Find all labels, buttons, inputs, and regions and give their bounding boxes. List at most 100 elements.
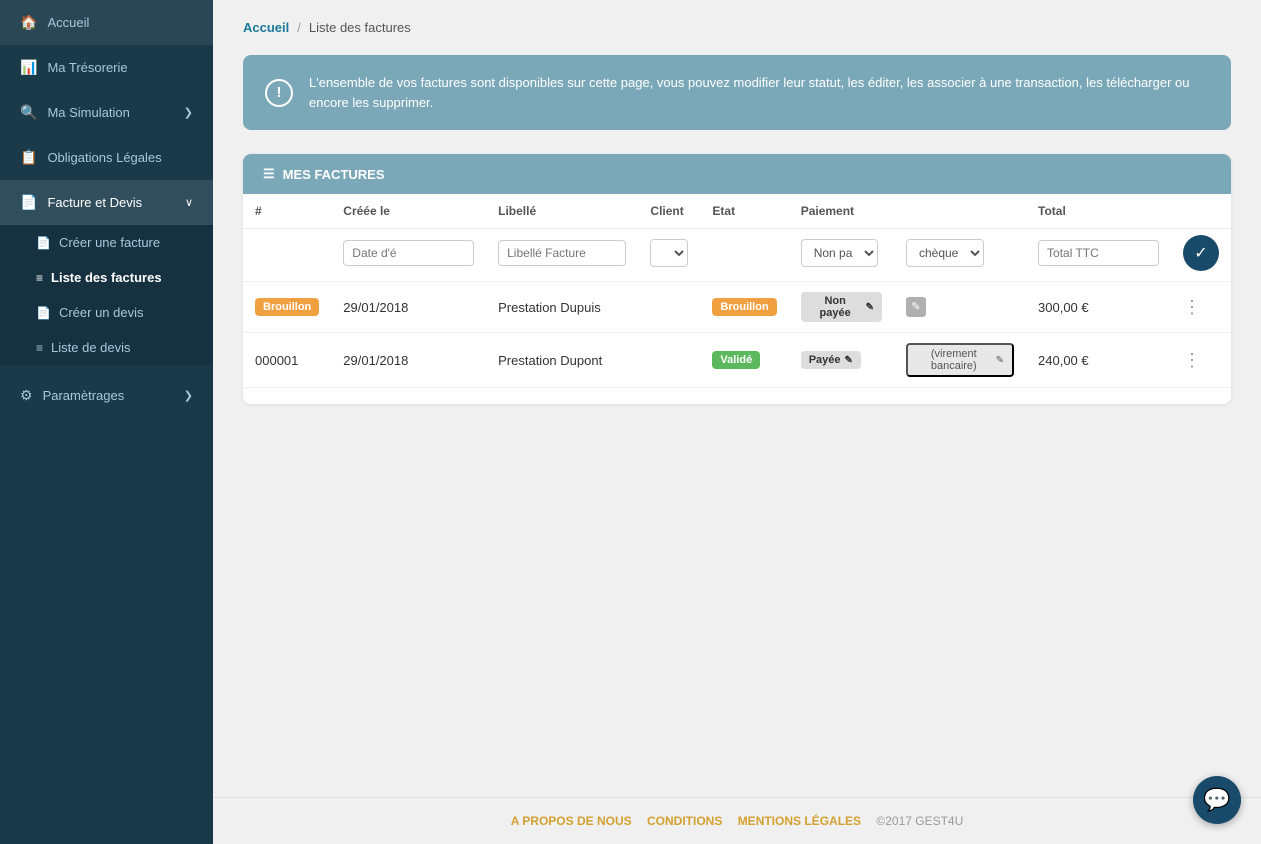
sidebar-item-accueil[interactable]: 🏠 Accueil (0, 0, 213, 45)
col-client: Client (638, 194, 700, 229)
filter-total-input[interactable] (1038, 240, 1159, 266)
facture-submenu: 📄 Créer une facture ≡ Liste des factures… (0, 225, 213, 365)
chat-bubble[interactable]: 💬 (1193, 776, 1241, 824)
card-header: ☰ MES FACTURES (243, 154, 1231, 194)
sidebar-item-facture-devis[interactable]: 📄 Facture et Devis ∨ (0, 180, 213, 225)
row1-libelle: Prestation Dupuis (486, 282, 638, 333)
breadcrumb-home[interactable]: Accueil (243, 20, 289, 35)
row2-paiement-btn[interactable]: Payée ✎ (801, 351, 861, 369)
simulation-icon: 🔍 (20, 104, 37, 121)
col-libelle: Libellé (486, 194, 638, 229)
row2-paiement-edit-icon: ✎ (845, 355, 853, 366)
table-header-row: # Créée le Libellé Client Etat Paiement … (243, 194, 1231, 229)
list-icon: ☰ (263, 166, 275, 182)
parametrages-chevron-icon: ❯ (184, 389, 193, 402)
filter-libelle (486, 229, 638, 282)
row2-etat: Validé (700, 333, 788, 388)
row2-client (638, 333, 700, 388)
liste-factures-icon: ≡ (36, 271, 43, 285)
row2-libelle: Prestation Dupont (486, 333, 638, 388)
row1-paiement: Non payée ✎ (789, 282, 894, 333)
card-title: MES FACTURES (283, 167, 385, 182)
row2-dots-menu[interactable]: ⋮ (1183, 350, 1200, 370)
breadcrumb-separator: / (297, 20, 301, 35)
row1-state-badge: Brouillon (712, 298, 776, 316)
col-total: Total (1026, 194, 1171, 229)
info-banner-text: L'ensemble de vos factures sont disponib… (309, 73, 1209, 112)
col-actions (1171, 194, 1231, 229)
filter-paiement-select[interactable]: Non pa (801, 239, 878, 267)
info-banner: ! L'ensemble de vos factures sont dispon… (243, 55, 1231, 130)
row2-date: 29/01/2018 (331, 333, 486, 388)
filter-client-select[interactable] (650, 239, 688, 267)
row1-actions: ⋮ (1171, 282, 1231, 333)
row1-num: Brouillon (243, 282, 331, 333)
filter-etat (700, 229, 788, 282)
sidebar-subitem-creer-devis[interactable]: 📄 Créer un devis (0, 295, 213, 330)
filter-libelle-input[interactable] (498, 240, 626, 266)
filter-row: Non pa chèque (243, 229, 1231, 282)
filter-num (243, 229, 331, 282)
chevron-down-icon: ∨ (185, 196, 193, 209)
factures-table: # Créée le Libellé Client Etat Paiement … (243, 194, 1231, 388)
factures-card: ☰ MES FACTURES # Créée le Libellé Client… (243, 154, 1231, 404)
creer-devis-icon: 📄 (36, 306, 51, 320)
filter-date-input[interactable] (343, 240, 474, 266)
row1-date: 29/01/2018 (331, 282, 486, 333)
filter-client (638, 229, 700, 282)
table-row: Brouillon 29/01/2018 Prestation Dupuis B… (243, 282, 1231, 333)
sidebar-item-tresorerie[interactable]: 📊 Ma Trésorerie (0, 45, 213, 90)
filter-paiement-status: Non pa (789, 229, 894, 282)
row2-method: (virement bancaire) ✎ (894, 333, 1026, 388)
row1-etat-badge: Brouillon (255, 298, 319, 316)
sidebar-item-parametrages[interactable]: ⚙ Paramètrages ❯ (0, 373, 213, 418)
col-date: Créée le (331, 194, 486, 229)
content-area: Accueil / Liste des factures ! L'ensembl… (213, 0, 1261, 797)
creer-facture-icon: 📄 (36, 236, 51, 250)
footer-apropos-link[interactable]: A PROPOS DE NOUS (511, 814, 632, 828)
chevron-icon: ❯ (184, 106, 193, 119)
row1-method: ✎ (894, 282, 1026, 333)
gear-icon: ⚙ (20, 387, 33, 404)
liste-devis-icon: ≡ (36, 341, 43, 355)
sidebar-subitem-liste-factures[interactable]: ≡ Liste des factures (0, 260, 213, 295)
filter-paiement-method: chèque (894, 229, 1026, 282)
filter-submit: ✓ (1171, 229, 1231, 282)
footer-mentions-link[interactable]: MENTIONS LÉGALES (738, 814, 861, 828)
col-paiement: Paiement (789, 194, 1026, 229)
facture-icon: 📄 (20, 194, 37, 211)
filter-method-select[interactable]: chèque (906, 239, 984, 267)
row1-method-edit[interactable]: ✎ (906, 297, 926, 317)
row2-state-badge: Validé (712, 351, 760, 369)
info-icon: ! (265, 79, 293, 107)
row2-total: 240,00 € (1026, 333, 1171, 388)
row2-method-edit-icon: ✎ (996, 355, 1004, 366)
footer-conditions-link[interactable]: CONDITIONS (647, 814, 722, 828)
sidebar-item-obligations[interactable]: 📋 Obligations Légales (0, 135, 213, 180)
footer-copyright: ©2017 GEST4U (876, 814, 963, 828)
sidebar-item-simulation[interactable]: 🔍 Ma Simulation ❯ (0, 90, 213, 135)
row2-method-btn[interactable]: (virement bancaire) ✎ (906, 343, 1014, 377)
row1-paiement-edit-icon: ✎ (866, 302, 874, 313)
row1-client (638, 282, 700, 333)
breadcrumb: Accueil / Liste des factures (243, 20, 1231, 35)
col-etat: Etat (700, 194, 788, 229)
tresorerie-icon: 📊 (20, 59, 37, 76)
home-icon: 🏠 (20, 14, 37, 31)
main-content: Accueil / Liste des factures ! L'ensembl… (213, 0, 1261, 844)
row2-paiement: Payée ✎ (789, 333, 894, 388)
sidebar-subitem-liste-devis[interactable]: ≡ Liste de devis (0, 330, 213, 365)
row1-etat: Brouillon (700, 282, 788, 333)
filter-submit-button[interactable]: ✓ (1183, 235, 1219, 271)
filter-total (1026, 229, 1171, 282)
row1-paiement-btn[interactable]: Non payée ✎ (801, 292, 882, 322)
row2-actions: ⋮ (1171, 333, 1231, 388)
breadcrumb-current: Liste des factures (309, 20, 411, 35)
sidebar-subitem-creer-facture[interactable]: 📄 Créer une facture (0, 225, 213, 260)
row1-dots-menu[interactable]: ⋮ (1183, 297, 1200, 317)
obligations-icon: 📋 (20, 149, 37, 166)
table-row: 000001 29/01/2018 Prestation Dupont Vali… (243, 333, 1231, 388)
row2-num: 000001 (243, 333, 331, 388)
row1-total: 300,00 € (1026, 282, 1171, 333)
filter-date (331, 229, 486, 282)
